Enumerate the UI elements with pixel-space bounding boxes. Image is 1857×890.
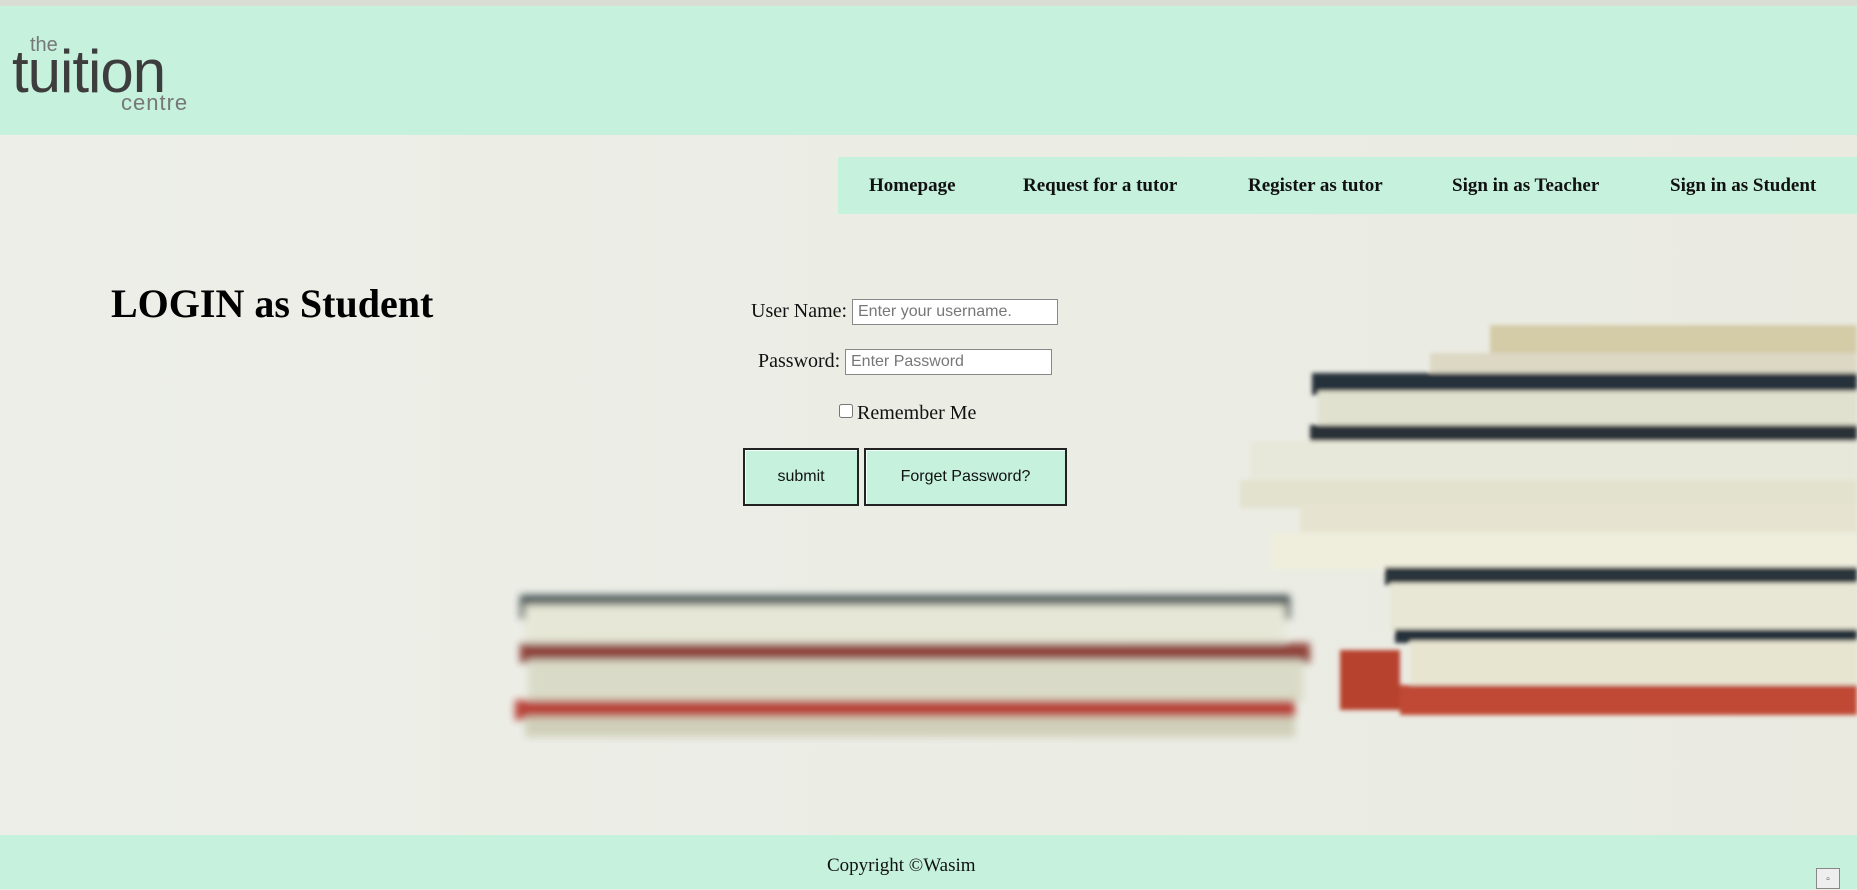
nav-sign-in-teacher[interactable]: Sign in as Teacher [1452, 175, 1599, 197]
password-input[interactable] [845, 349, 1052, 375]
copyright-text: Copyright ©Wasim [827, 855, 976, 876]
page-title: LOGIN as Student [111, 281, 434, 326]
resize-corner-icon[interactable]: ▫ [1816, 868, 1840, 889]
logo-line-centre: centre [121, 90, 189, 115]
remember-me-checkbox[interactable] [839, 404, 853, 418]
forget-password-button[interactable]: Forget Password? [864, 448, 1067, 506]
nav-request-tutor[interactable]: Request for a tutor [1023, 175, 1177, 197]
site-header: the tuition centre [0, 6, 1857, 135]
password-label: Password: [758, 350, 841, 372]
nav-register-tutor[interactable]: Register as tutor [1248, 175, 1383, 197]
main-nav: Homepage Request for a tutor Register as… [838, 157, 1857, 214]
remember-me-label[interactable]: Remember Me [857, 402, 976, 425]
nav-homepage[interactable]: Homepage [869, 175, 956, 197]
username-label: User Name: [751, 300, 848, 322]
tuition-centre-logo[interactable]: the tuition centre [12, 34, 212, 116]
submit-button[interactable]: submit [743, 448, 859, 506]
username-input[interactable] [852, 299, 1058, 325]
nav-sign-in-student[interactable]: Sign in as Student [1670, 175, 1816, 197]
